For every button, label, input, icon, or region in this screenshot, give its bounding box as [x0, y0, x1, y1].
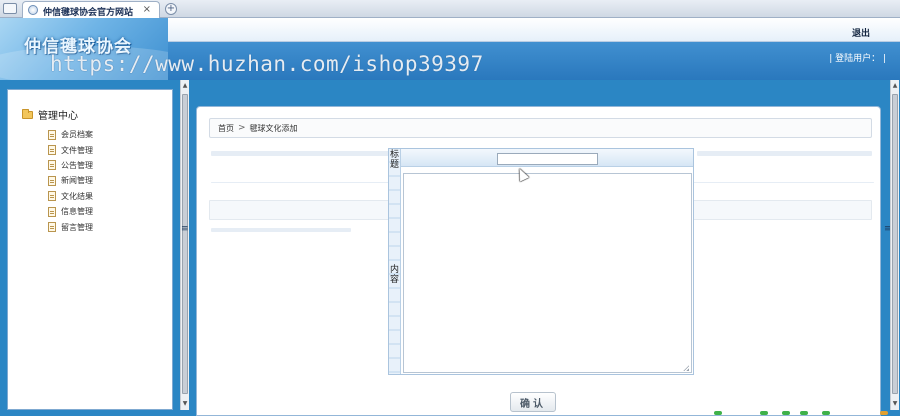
browser-tab-strip: 仲信毽球协会官方网站 × +: [0, 0, 900, 18]
scrollbar-thumb[interactable]: [892, 94, 898, 394]
breadcrumb-home-link[interactable]: 首页: [218, 123, 234, 134]
scroll-down-icon[interactable]: ▼: [182, 400, 188, 407]
scroll-up-icon[interactable]: ▲: [182, 82, 188, 89]
document-icon: [48, 129, 56, 140]
main-scrollbar[interactable]: ▲ ▼: [890, 80, 899, 410]
logged-in-user-label: | 登陆用户： |: [829, 54, 886, 64]
frame-splitter-icon[interactable]: ≡: [181, 224, 189, 234]
scroll-down-icon[interactable]: ▼: [892, 400, 898, 407]
sidebar-item-member-records[interactable]: 会员档案: [48, 127, 93, 142]
document-icon: [48, 191, 56, 202]
sidebar-nav: 管理中心 会员档案 文件管理 公告管理 新闻管理 文化结果 信息管理 留言管理: [7, 89, 173, 410]
breadcrumb: 首页 > 毽球文化添加: [209, 118, 872, 138]
scroll-up-icon[interactable]: ▲: [892, 82, 898, 89]
status-indicator-icon: [800, 411, 808, 415]
sidebar-item-label: 文件管理: [61, 145, 93, 155]
background-row-artifact: [211, 228, 351, 232]
status-indicator-icon: [880, 411, 888, 415]
sidebar-item-label: 文化结果: [61, 191, 93, 201]
watermark-url: https://www.huzhan.com/ishop39397: [50, 52, 484, 76]
content-label: 内容: [390, 265, 400, 285]
browser-menu-icon[interactable]: [3, 3, 17, 14]
background-row-artifact: [697, 151, 872, 156]
browser-tab-title: 仲信毽球协会官方网站: [43, 8, 134, 18]
sidebar-item-info-management[interactable]: 信息管理: [48, 204, 93, 219]
breadcrumb-current: 毽球文化添加: [249, 123, 298, 133]
sidebar-item-culture-results[interactable]: 文化结果: [48, 189, 93, 204]
status-indicator-icon: [714, 411, 722, 415]
sidebar-root-management-center[interactable]: 管理中心: [22, 107, 78, 122]
header-topbar: 退出: [168, 18, 900, 42]
chevron-right-icon: >: [238, 123, 246, 133]
title-label: 标题: [390, 150, 400, 170]
site-favicon-icon: [28, 5, 38, 15]
title-input[interactable]: [497, 153, 598, 165]
status-indicators: [700, 411, 900, 416]
sidebar-scrollbar[interactable]: ▲ ▼: [180, 80, 189, 410]
main-content-panel: 首页 > 毽球文化添加 标题 内容 确认: [196, 106, 881, 416]
new-tab-icon[interactable]: +: [165, 3, 177, 15]
frame-splitter-icon[interactable]: ≡: [884, 224, 892, 234]
sidebar-root-label: 管理中心: [38, 111, 78, 122]
browser-tab-active[interactable]: 仲信毽球协会官方网站 ×: [22, 1, 160, 18]
status-indicator-icon: [782, 411, 790, 415]
sidebar-item-announcement-management[interactable]: 公告管理: [48, 158, 93, 173]
status-indicator-icon: [822, 411, 830, 415]
add-culture-form: 标题 内容: [388, 148, 694, 375]
background-row-artifact: [211, 151, 391, 156]
sidebar-item-label: 公告管理: [61, 160, 93, 170]
folder-open-icon: [22, 108, 33, 119]
scrollbar-thumb[interactable]: [182, 94, 188, 394]
content-textarea[interactable]: [403, 173, 692, 373]
confirm-button[interactable]: 确认: [510, 392, 556, 412]
sidebar-item-label: 信息管理: [61, 207, 93, 217]
document-icon: [48, 145, 56, 156]
sidebar-item-file-management[interactable]: 文件管理: [48, 142, 93, 157]
close-tab-icon[interactable]: ×: [143, 4, 151, 15]
textarea-resize-grip-icon[interactable]: [683, 365, 689, 371]
status-indicator-icon: [760, 411, 768, 415]
sidebar-item-label: 新闻管理: [61, 176, 93, 186]
document-icon: [48, 206, 56, 217]
sidebar-menu-list: 会员档案 文件管理 公告管理 新闻管理 文化结果 信息管理 留言管理: [48, 127, 93, 235]
sidebar-item-label: 会员档案: [61, 130, 93, 140]
sidebar-item-message-management[interactable]: 留言管理: [48, 219, 93, 234]
document-icon: [48, 160, 56, 171]
sidebar-item-news-management[interactable]: 新闻管理: [48, 173, 93, 188]
document-icon: [48, 222, 56, 233]
document-icon: [48, 175, 56, 186]
logout-link[interactable]: 退出: [852, 26, 870, 39]
sidebar-item-label: 留言管理: [61, 222, 93, 232]
form-label-column: [389, 149, 401, 374]
